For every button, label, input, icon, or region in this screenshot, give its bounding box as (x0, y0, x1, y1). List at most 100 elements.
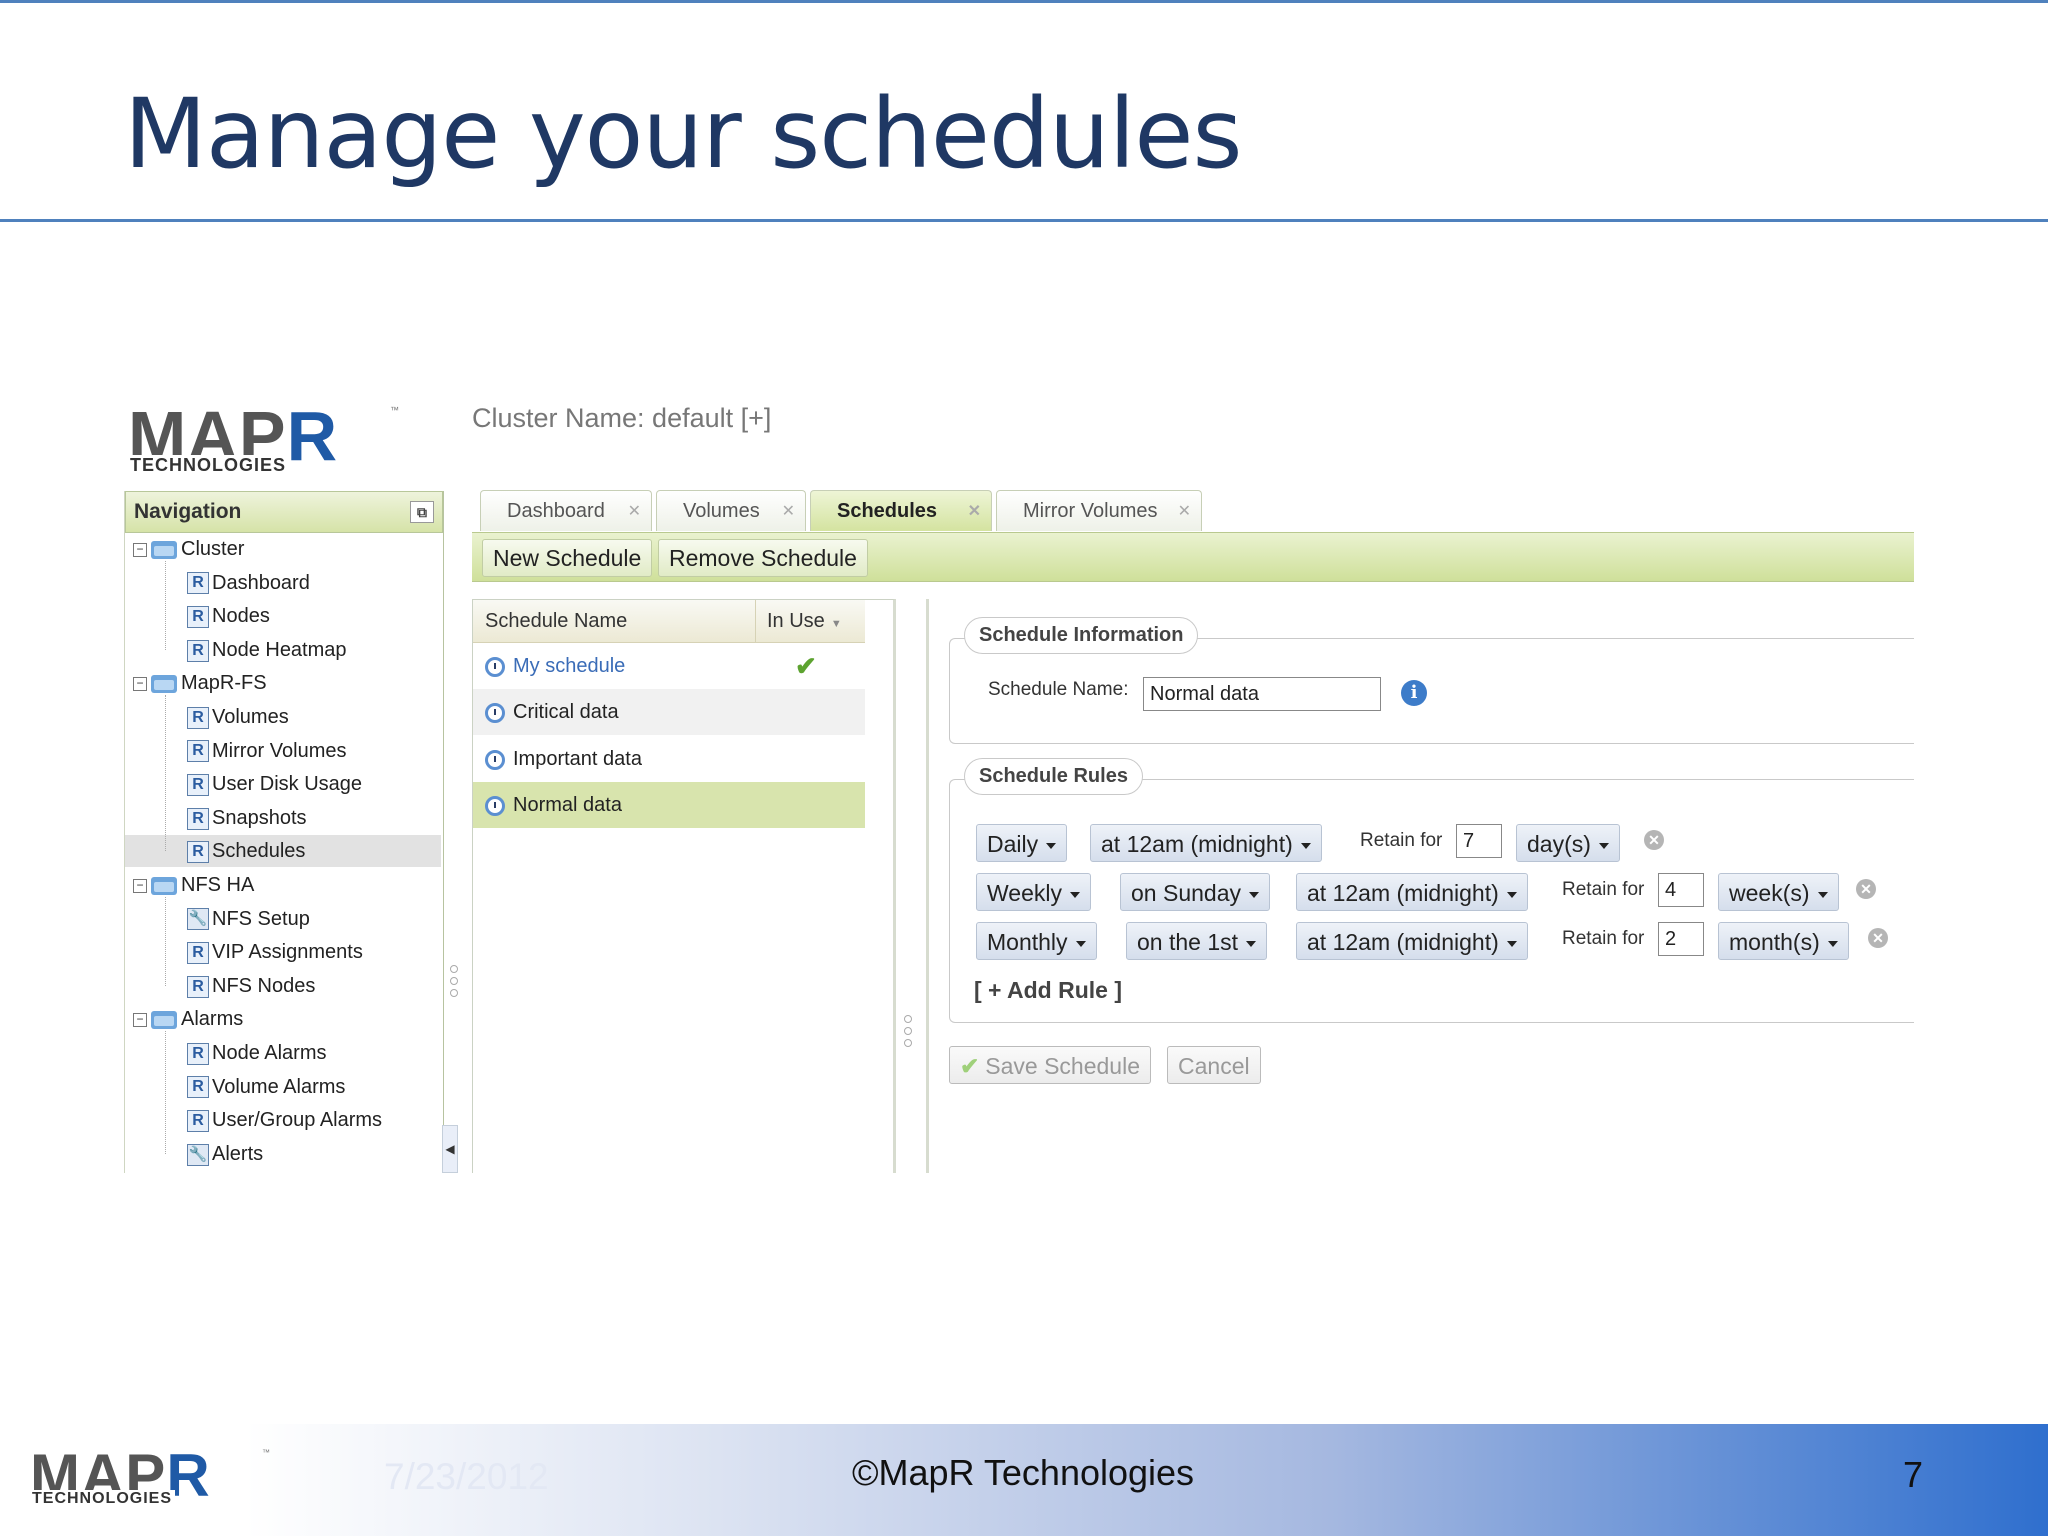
schedule-row-normal-data[interactable]: Normal data (473, 782, 865, 828)
schedule-list-header: Schedule Name In Use ▼ (473, 600, 865, 643)
r-icon: R (187, 773, 209, 796)
sidebar-item-alarms[interactable]: − Alarms (125, 1003, 441, 1035)
collapse-toggle-icon[interactable]: − (133, 1013, 147, 1028)
collapse-toggle-icon[interactable]: − (133, 677, 147, 692)
tab-dashboard[interactable]: Dashboard ✕ (480, 490, 652, 531)
sidebar-item-mapr-fs[interactable]: − MapR-FS (125, 667, 441, 699)
frequency-dropdown[interactable]: Weekly (976, 873, 1091, 911)
cancel-button[interactable]: Cancel (1167, 1046, 1261, 1084)
footer-copyright: ©MapR Technologies (852, 1452, 1195, 1493)
r-icon: R (187, 941, 209, 964)
sidebar-item-dashboard[interactable]: R Dashboard (125, 567, 441, 599)
sidebar-item-nfs-ha[interactable]: − NFS HA (125, 869, 441, 901)
top-accent-line (0, 0, 2048, 3)
splitter-handle[interactable] (904, 1011, 912, 1055)
splitter-handle[interactable] (450, 961, 458, 1005)
retain-unit-dropdown[interactable]: month(s) (1718, 922, 1849, 960)
folder-icon (151, 675, 177, 694)
frequency-dropdown[interactable]: Monthly (976, 922, 1097, 960)
frequency-dropdown[interactable]: Daily (976, 824, 1068, 862)
sidebar-item-node-alarms[interactable]: R Node Alarms (125, 1037, 441, 1069)
retain-unit-dropdown[interactable]: week(s) (1718, 873, 1839, 911)
wrench-icon: 🔧 (187, 908, 209, 931)
sidebar-item-mirror-volumes[interactable]: R Mirror Volumes (125, 735, 441, 767)
tab-schedules[interactable]: Schedules ✕ (810, 490, 992, 531)
schedule-row-important-data[interactable]: Important data (473, 736, 865, 782)
new-schedule-button[interactable]: New Schedule (482, 539, 653, 577)
tab-mirror-volumes[interactable]: Mirror Volumes ✕ (996, 490, 1202, 531)
collapse-navigation-button[interactable]: ◀ (442, 1125, 458, 1173)
schedule-toolbar: New Schedule Remove Schedule (472, 532, 1914, 582)
sidebar-item-cluster[interactable]: − Cluster (125, 533, 441, 565)
caret-down-icon (1075, 940, 1086, 947)
column-in-use[interactable]: In Use ▼ (767, 600, 842, 645)
r-icon: R (187, 841, 209, 864)
sidebar-item-nfs-setup[interactable]: 🔧 NFS Setup (125, 903, 441, 935)
sidebar-item-nfs-nodes[interactable]: R NFS Nodes (125, 970, 441, 1002)
cluster-name-label[interactable]: Cluster Name: default [+] (472, 403, 771, 434)
caret-down-icon (1070, 891, 1080, 898)
sidebar-item-snapshots[interactable]: R Snapshots (125, 802, 441, 834)
column-schedule-name[interactable]: Schedule Name (485, 600, 627, 642)
sidebar-item-schedules[interactable]: R Schedules (125, 835, 441, 868)
collapse-toggle-icon[interactable]: − (133, 542, 147, 557)
collapse-toggle-icon[interactable]: − (133, 878, 147, 893)
r-icon: R (187, 639, 209, 662)
sidebar-item-node-heatmap[interactable]: R Node Heatmap (125, 634, 441, 666)
close-tab-icon[interactable]: ✕ (782, 491, 795, 532)
tab-volumes[interactable]: Volumes ✕ (656, 490, 806, 531)
caret-down-icon (1300, 842, 1311, 849)
retain-for-label: Retain for (1360, 830, 1443, 851)
navigation-restore-icon[interactable]: ⧉ (410, 501, 434, 523)
time-dropdown[interactable]: at 12am (midnight) (1296, 873, 1528, 911)
time-dropdown[interactable]: at 12am (midnight) (1296, 922, 1528, 960)
close-tab-icon[interactable]: ✕ (1178, 491, 1191, 532)
sidebar-item-volume-alarms[interactable]: R Volume Alarms (125, 1071, 441, 1103)
title-divider (0, 219, 2048, 222)
sidebar-item-label: NFS HA (181, 874, 255, 896)
sidebar-item-alerts[interactable]: 🔧 Alerts (125, 1138, 441, 1170)
save-schedule-button[interactable]: ✔ Save Schedule (949, 1046, 1152, 1084)
navigation-panel: Navigation ⧉ − Cluster R Dashboard R Nodes R No… (124, 491, 444, 1173)
tree-guide-line (165, 1031, 166, 1154)
tree-guide-line (165, 561, 166, 650)
sidebar-item-vip-assignments[interactable]: R VIP Assignments (125, 936, 441, 968)
schedule-row-critical-data[interactable]: Critical data (473, 689, 865, 735)
r-icon: R (187, 1109, 209, 1132)
info-icon[interactable]: i (1401, 680, 1427, 706)
close-tab-icon[interactable]: ✕ (968, 491, 981, 532)
retain-unit-dropdown[interactable]: day(s) (1516, 824, 1620, 862)
schedule-name-label: Schedule Name: (988, 679, 1129, 700)
time-dropdown[interactable]: at 12am (midnight) (1090, 824, 1322, 862)
clock-icon (485, 656, 505, 677)
day-dropdown[interactable]: on the 1st (1126, 922, 1268, 960)
remove-rule-icon[interactable]: ✕ (1868, 928, 1888, 948)
r-icon: R (187, 975, 209, 998)
schedule-row-my-schedule[interactable]: My schedule ✔ (473, 643, 865, 689)
remove-rule-icon[interactable]: ✕ (1856, 879, 1876, 899)
r-icon: R (187, 706, 209, 729)
retain-count-input[interactable] (1658, 873, 1704, 907)
retain-count-input[interactable] (1658, 922, 1704, 956)
retain-count-input[interactable] (1456, 824, 1502, 858)
day-dropdown[interactable]: on Sunday (1120, 873, 1270, 911)
schedule-information-section: Schedule Information Schedule Name: i (949, 617, 1914, 744)
sidebar-item-user-group-alarms[interactable]: R User/Group Alarms (125, 1104, 441, 1136)
sidebar-item-volumes[interactable]: R Volumes (125, 701, 441, 733)
caret-down-icon (1046, 842, 1057, 849)
add-rule-link[interactable]: [ + Add Rule ] (974, 977, 1122, 1004)
folder-icon (151, 876, 177, 895)
r-icon: R (187, 807, 209, 830)
remove-rule-icon[interactable]: ✕ (1644, 830, 1664, 850)
sidebar-item-nodes[interactable]: R Nodes (125, 600, 441, 632)
slide-title: Manage your schedules (124, 78, 1242, 190)
remove-schedule-button[interactable]: Remove Schedule (658, 539, 868, 577)
sidebar-item-label: NFS Setup (212, 907, 310, 930)
sort-down-icon[interactable]: ▼ (831, 618, 842, 630)
close-tab-icon[interactable]: ✕ (628, 491, 641, 532)
navigation-title: Navigation (134, 500, 242, 523)
sidebar-item-user-disk-usage[interactable]: R User Disk Usage (125, 768, 441, 800)
schedule-name-input[interactable] (1143, 677, 1381, 711)
sidebar-item-label: Node Alarms (212, 1042, 327, 1064)
retain-for-label: Retain for (1562, 928, 1645, 949)
